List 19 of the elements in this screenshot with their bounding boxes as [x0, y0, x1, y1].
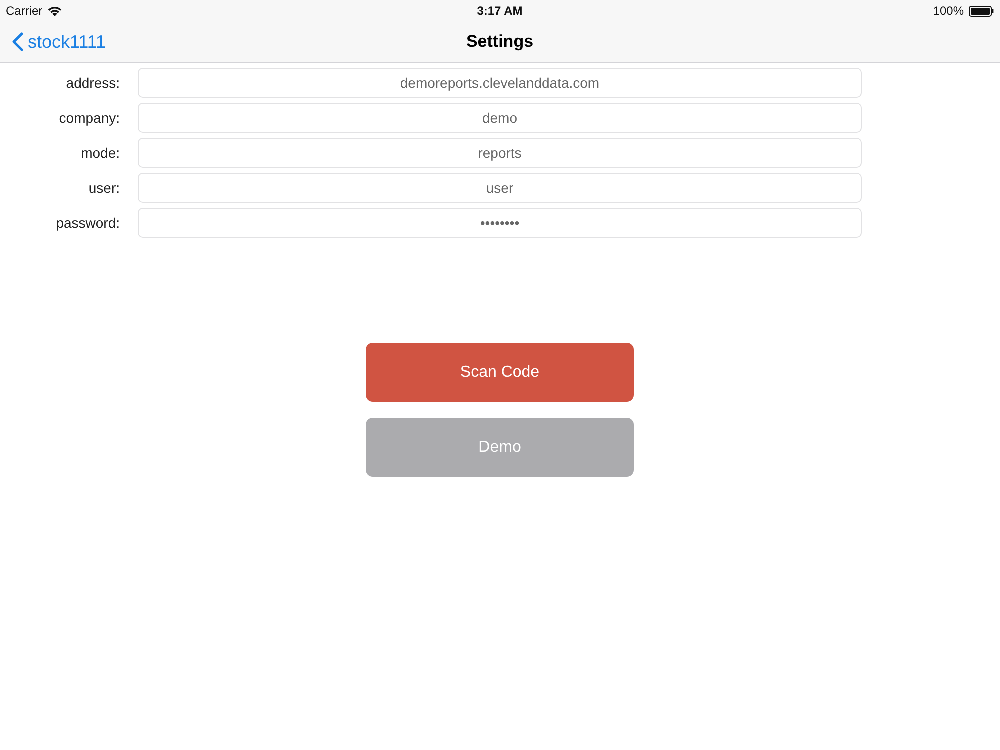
back-button[interactable]: stock1111 [0, 32, 106, 52]
field-label: address: [65, 75, 120, 91]
input-field[interactable]: demo [138, 103, 862, 133]
input-field[interactable]: •••••••• [138, 208, 862, 238]
field-label: mode: [80, 145, 120, 161]
chevron-left-icon [12, 32, 24, 52]
field-label: user: [88, 180, 120, 196]
input-field[interactable]: reports [138, 138, 862, 168]
screen-title: Settings [466, 32, 534, 52]
field-label: company: [58, 110, 120, 126]
battery-icon [969, 6, 994, 16]
scan-button[interactable]: Scan Code [366, 343, 634, 402]
wifi-icon [48, 6, 62, 16]
field-label: password: [55, 215, 120, 231]
carrier-name: Carrier [6, 4, 43, 18]
input-field[interactable]: user [138, 173, 862, 203]
status-time: 3:17 AM [477, 4, 523, 18]
battery-percent: 100% [933, 4, 964, 18]
input-field[interactable]: demoreports.clevelanddata.com [138, 68, 862, 98]
